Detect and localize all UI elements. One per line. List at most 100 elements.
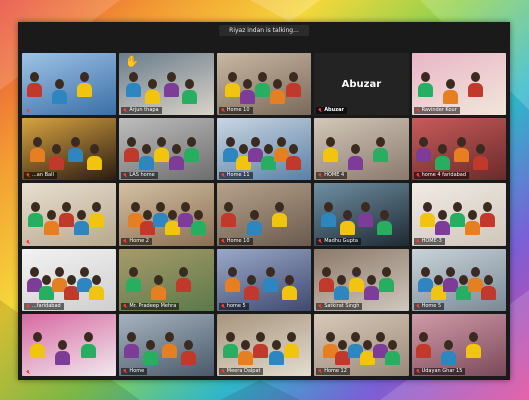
person-silhouette — [244, 285, 259, 300]
participant-name-label: Abuzar — [316, 107, 347, 115]
person-silhouette — [475, 144, 485, 155]
person-silhouette — [338, 339, 348, 350]
person-silhouette — [224, 202, 234, 213]
participant-tile[interactable]: Satkirat Singh — [314, 248, 409, 311]
participant-tile[interactable]: Meera Dalpat — [216, 313, 312, 376]
person-silhouette — [480, 213, 496, 228]
mic-muted-icon — [26, 303, 30, 309]
person-silhouette — [128, 267, 138, 278]
person-silhouette — [157, 136, 167, 147]
participant-tile[interactable]: Abuzar Abuzar — [314, 53, 409, 116]
participant-tile[interactable]: ✋ Arjun thapa — [119, 53, 214, 116]
participant-tile[interactable]: home 4 faridabad — [411, 118, 506, 181]
person-silhouette — [256, 332, 266, 343]
person-silhouette — [241, 339, 251, 350]
person-silhouette — [221, 213, 237, 228]
person-silhouette — [438, 209, 448, 220]
participant-tile[interactable]: Mr. Pradeep Mehra — [119, 248, 214, 311]
person-silhouette — [325, 332, 335, 343]
person-silhouette — [323, 202, 333, 213]
person-silhouette — [444, 339, 454, 350]
mic-muted-icon — [318, 108, 322, 113]
participant-name-label: Udayan Ghar 15 — [413, 368, 466, 375]
participant-name: Home 12 — [324, 368, 347, 374]
participant-tile[interactable]: Home 10 — [216, 183, 312, 246]
participant-tile[interactable]: Home — [119, 313, 214, 376]
participant-tile[interactable]: Home 2 — [119, 183, 214, 246]
person-silhouette — [139, 155, 155, 170]
person-silhouette — [363, 339, 373, 350]
person-silhouette — [86, 155, 102, 170]
participant-tile[interactable] — [22, 183, 117, 246]
participant-tile[interactable]: Home 12 — [314, 313, 409, 376]
person-silhouette — [271, 339, 281, 350]
person-silhouette — [145, 339, 155, 350]
participant-name: Mr. Pradeep Mehra — [129, 302, 177, 309]
video-feed — [119, 183, 214, 246]
participant-name-label: Madhu Gupta — [316, 237, 361, 245]
participant-tile[interactable]: ...an Ball — [22, 118, 117, 181]
participant-name-label: Home — [121, 368, 148, 375]
person-silhouette — [251, 136, 261, 147]
person-silhouette — [342, 209, 352, 220]
participant-name-label: Home 10 — [218, 237, 253, 245]
person-silhouette — [52, 144, 62, 155]
call-top-bar: Riyaz indan is talking... — [18, 22, 510, 52]
person-silhouette — [187, 136, 197, 147]
person-silhouette — [76, 82, 92, 97]
person-silhouette — [183, 339, 193, 350]
video-feed — [411, 183, 506, 246]
person-silhouette — [155, 202, 165, 213]
mic-muted-icon — [26, 370, 30, 375]
person-silhouette — [388, 339, 398, 350]
participant-name: Home 10 — [226, 237, 250, 244]
person-silhouette — [126, 332, 136, 343]
person-silhouette — [350, 144, 360, 155]
person-silhouette — [348, 278, 364, 293]
person-silhouette — [147, 79, 157, 90]
person-silhouette — [483, 274, 493, 285]
participant-tile[interactable] — [22, 53, 117, 116]
video-feed — [119, 313, 214, 376]
person-silhouette — [172, 144, 182, 155]
participant-tile[interactable]: Ravinder Kour — [411, 53, 506, 116]
person-silhouette — [246, 220, 262, 235]
mic-muted-icon — [318, 303, 322, 309]
participant-tile[interactable]: HOME-3 — [411, 183, 506, 246]
person-silhouette — [79, 71, 89, 82]
participant-tile[interactable] — [22, 313, 117, 376]
participant-tile[interactable]: Home 10 — [216, 53, 312, 116]
participant-tile[interactable]: Udayan Ghar 15 — [411, 313, 506, 376]
video-feed — [411, 53, 506, 116]
person-silhouette — [416, 148, 432, 163]
video-feed — [22, 313, 117, 376]
person-silhouette — [193, 209, 203, 220]
participant-name-label: HOME 4 — [316, 172, 348, 180]
person-silhouette — [286, 332, 296, 343]
person-silhouette — [89, 144, 99, 155]
participant-tile[interactable]: home 5 — [216, 248, 312, 311]
participant-name-label: LAS home — [121, 172, 158, 180]
participant-name-label: Home 5 — [413, 302, 445, 310]
person-silhouette — [88, 213, 104, 228]
participant-name-label — [24, 109, 35, 114]
video-feed — [314, 118, 409, 181]
participant-tile[interactable]: HOME 4 — [314, 118, 409, 181]
participant-tile[interactable]: Madhu Gupta — [314, 183, 409, 246]
person-silhouette — [270, 90, 286, 105]
participant-name: Home — [129, 368, 145, 374]
participant-name-label: Satkirat Singh — [316, 302, 363, 310]
person-silhouette — [351, 267, 361, 278]
person-silhouette — [333, 285, 349, 300]
participant-tile[interactable]: Home 11 — [216, 118, 312, 181]
participant-tile[interactable]: ...faridabad — [22, 248, 117, 311]
person-silhouette — [30, 343, 46, 358]
person-silhouette — [243, 79, 253, 90]
participant-tile[interactable]: LAS home — [119, 118, 214, 181]
person-silhouette — [92, 274, 102, 285]
person-silhouette — [33, 136, 43, 147]
person-silhouette — [166, 71, 176, 82]
mic-muted-icon — [221, 238, 225, 244]
participant-tile[interactable]: Home 5 — [411, 248, 506, 311]
participant-name-label: Ravinder Kour — [413, 107, 460, 115]
